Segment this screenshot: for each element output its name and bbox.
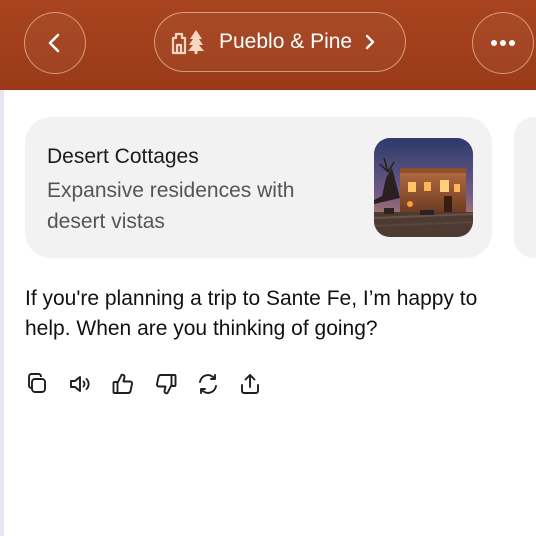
left-edge-strip [0,90,4,536]
adobe-house-image [374,138,473,237]
pueblo-pine-logo-icon [171,30,204,55]
chevron-right-icon [364,34,376,50]
share-icon[interactable] [238,372,262,396]
top-bar: Pueblo & Pine [0,0,536,90]
thumbs-up-icon[interactable] [111,372,135,396]
card-title: Desert Cottages [47,145,199,168]
card-image [374,138,473,237]
result-card[interactable]: Desert Cottages Expansive residences wit… [25,117,492,258]
more-options-button[interactable] [472,12,534,74]
assistant-message: If you're planning a trip to Sante Fe, I… [25,287,478,340]
more-icon [491,40,515,46]
speaker-icon[interactable] [68,372,92,396]
regenerate-icon[interactable] [196,372,220,396]
card-description: Expansive residences with desert vistas [47,179,295,233]
message-action-bar [25,372,265,398]
assistant-name: Pueblo & Pine [219,30,353,53]
copy-icon[interactable] [25,372,49,396]
back-chevron-icon [48,33,60,53]
thumbs-down-icon[interactable] [154,372,178,396]
back-button[interactable] [24,12,86,74]
assistant-selector-pill[interactable]: Pueblo & Pine [154,12,406,72]
next-card-peek[interactable] [514,117,536,258]
